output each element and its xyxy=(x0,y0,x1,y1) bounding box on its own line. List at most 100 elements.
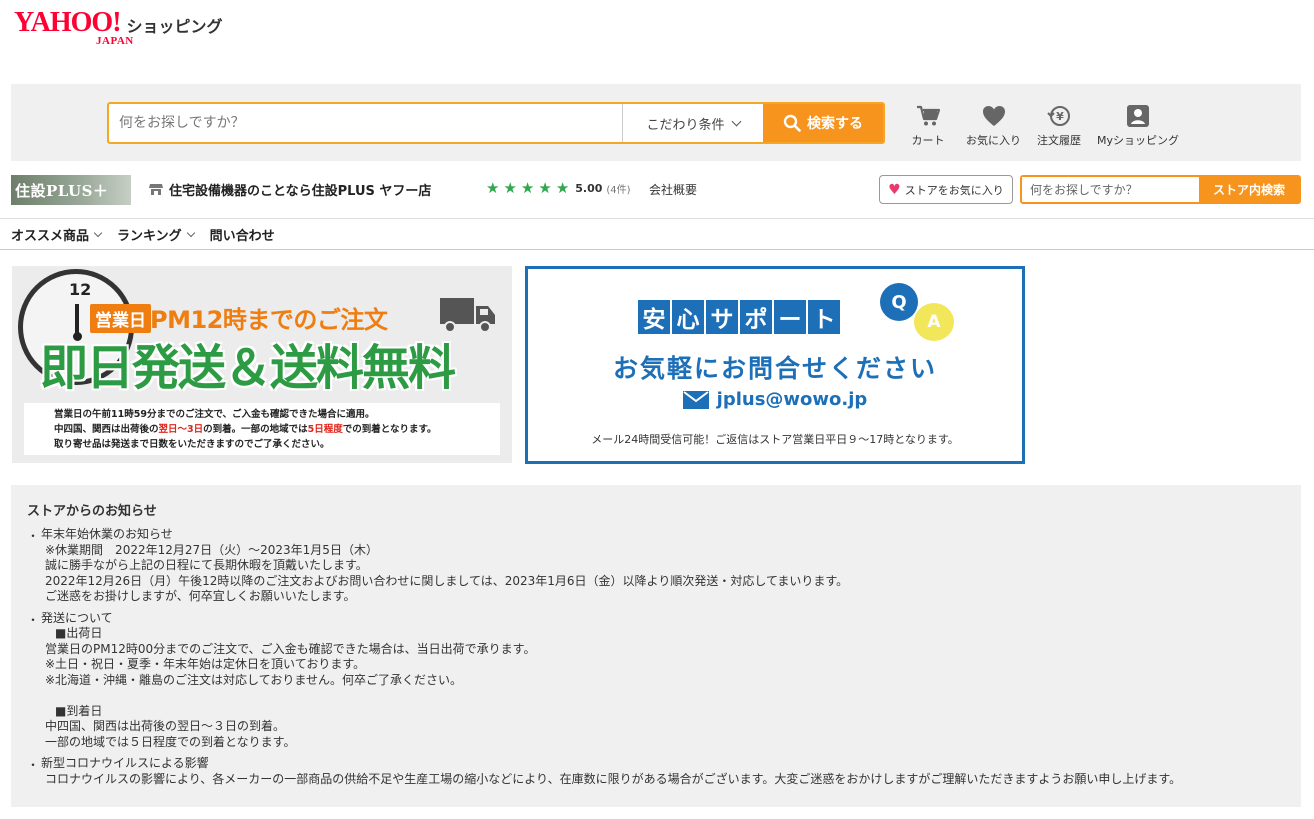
search-input[interactable] xyxy=(109,104,622,142)
notice-line: ※休業期間 2022年12月27日（火）～2023年1月5日（木） xyxy=(45,542,378,557)
store-name: 住宅設備機器のことなら住設PLUS ヤフー店 xyxy=(169,184,432,199)
support-title-char: ポ xyxy=(740,300,772,334)
support-title-char: 安 xyxy=(638,300,670,334)
store-favorite-button[interactable]: ♥ ストアをお気に入り xyxy=(879,175,1013,204)
notice-line: 営業日のPM12時00分までのご注文で、ご入金も確認できた場合は、当日出荷で承り… xyxy=(45,641,536,656)
my-shopping-link[interactable]: Myショッピング xyxy=(1097,104,1179,148)
search-button[interactable]: 検索する xyxy=(763,104,883,142)
company-info-link[interactable]: 会社概要 xyxy=(649,181,697,198)
notice-line: 年末年始休業のお知らせ xyxy=(41,527,173,541)
store-search-box: ストア内検索 xyxy=(1020,175,1301,204)
my-shopping-label: Myショッピング xyxy=(1097,134,1180,147)
svg-text:¥: ¥ xyxy=(1056,110,1064,123)
nav-item-label: オススメ商品 xyxy=(11,229,90,244)
chevron-down-icon xyxy=(186,228,195,237)
banner1-big-text: 即日発送＆送料無料 xyxy=(40,340,456,396)
notice-item: 発送について ■出荷日 営業日のPM12時00分までのご注文で、ご入金も確認でき… xyxy=(27,611,1301,751)
banner1-notes: 営業日の午前11時59分までのご注文で、ご入金も確認できた場合に適用。 中四国、… xyxy=(24,403,500,455)
notice-spacer xyxy=(41,688,1301,704)
answer-bubble-icon: A xyxy=(914,303,954,341)
user-icon xyxy=(1127,105,1149,127)
notice-line: コロナウイルスの影響により、各メーカーの一部商品の供給不足や生産工場の縮小などに… xyxy=(45,771,1182,786)
notice-item: 年末年始休業のお知らせ ※休業期間 2022年12月27日（火）～2023年1月… xyxy=(27,527,1301,605)
banner1-note3: 取り寄せ品は発送まで日数をいただきますのでご了承ください。 xyxy=(54,439,330,450)
favorites-link[interactable]: お気に入り xyxy=(966,104,1021,148)
star-icon: ★ xyxy=(538,179,552,197)
support-email[interactable]: jplus@wowo.jp xyxy=(528,389,1022,410)
star-icon: ★ xyxy=(555,179,570,197)
order-history-label: 注文履歴 xyxy=(1037,134,1081,147)
banner1-headline: PM12時までのご注文 xyxy=(150,306,388,334)
notice-line: 一部の地域では５日程度での到着となります。 xyxy=(45,734,296,749)
review-count: (4件) xyxy=(606,185,631,196)
cart-icon xyxy=(917,105,941,126)
truck-icon xyxy=(440,298,495,333)
chevron-down-icon xyxy=(731,116,741,126)
support-note: メール24時間受信可能！ご返信はストア営業日平日９～17時となります。 xyxy=(591,433,959,446)
support-banner[interactable]: 安 心 サ ポ ー ト A Q お気軽にお問合せください jplus@wowo.… xyxy=(525,266,1025,464)
note-text: 中四国、関西は出荷後の xyxy=(54,424,159,435)
store-search-button-label: ストア内検索 xyxy=(1212,183,1285,197)
cart-link[interactable]: カート xyxy=(906,104,950,148)
store-logo[interactable]: 住設PLUS＋ xyxy=(11,175,131,205)
store-bar: 住設PLUS＋ 住宅設備機器のことなら住設PLUS ヤフー店 ★ ★ ★ ★ ★… xyxy=(11,172,1301,208)
note-text: での到着となります。 xyxy=(342,424,437,435)
notice-line: 2022年12月26日（月）午後12時以降のご注文およびお問い合わせに関しまして… xyxy=(45,573,849,588)
chevron-down-icon xyxy=(93,228,103,237)
header-icons: カート お気に入り ¥ 注文履歴 Myショッピング xyxy=(906,104,1179,148)
conditions-dropdown[interactable]: こだわり条件 xyxy=(622,104,763,142)
store-nav: オススメ商品 ランキング 問い合わせ xyxy=(11,225,275,244)
store-rating[interactable]: ★ ★ ★ ★ ★ 5.00 (4件) xyxy=(486,179,631,197)
nav-item-ranking[interactable]: ランキング xyxy=(117,225,195,244)
store-search-button[interactable]: ストア内検索 xyxy=(1199,177,1299,202)
nav-item-label: ランキング xyxy=(117,229,182,244)
support-title: 安 心 サ ポ ー ト xyxy=(638,300,840,334)
favorites-label: お気に入り xyxy=(966,134,1021,147)
notice-item: 新型コロナウイルスによる影響 コロナウイルスの影響により、各メーカーの一部商品の… xyxy=(27,756,1301,787)
nav-item-contact[interactable]: 問い合わせ xyxy=(210,225,275,244)
store-name-link[interactable]: 住宅設備機器のことなら住設PLUS ヤフー店 xyxy=(149,180,431,199)
question-bubble-icon: Q xyxy=(880,283,918,321)
yahoo-shopping-logo[interactable]: YAHOO! JAPAN ショッピング xyxy=(14,7,223,48)
logo-japan-text: JAPAN xyxy=(96,35,134,47)
note-text: の到着。一部の地域では xyxy=(203,424,308,435)
business-day-badge: 営業日 xyxy=(90,304,151,333)
support-subtitle: お気軽にお問合せください xyxy=(612,354,937,383)
cart-label: カート xyxy=(911,134,945,147)
notice-line: ※北海道・沖縄・離島のご注文は対応しておりません。何卒ご了承ください。 xyxy=(45,672,462,687)
logo-shopping-text: ショッピング xyxy=(126,17,223,36)
banner1-note2: 中四国、関西は出荷後の翌日～3日の到着。一部の地域では5日程度での到着となります… xyxy=(54,422,500,437)
logo-yahoo-text: YAHOO! xyxy=(14,7,122,38)
heart-icon: ♥ xyxy=(888,181,901,198)
star-icon: ★ xyxy=(520,179,535,197)
mail-icon xyxy=(682,390,709,409)
nav-item-recommended[interactable]: オススメ商品 xyxy=(11,225,103,244)
note-highlight: 5日程度 xyxy=(307,424,343,435)
support-email-address: jplus@wowo.jp xyxy=(716,389,868,410)
divider xyxy=(0,249,1314,250)
notice-line: 発送について xyxy=(41,610,113,625)
store-notice: ストアからのお知らせ 年末年始休業のお知らせ ※休業期間 2022年12月27日… xyxy=(11,485,1301,807)
divider xyxy=(0,218,1314,219)
search-button-label: 検索する xyxy=(807,115,863,131)
search-box: こだわり条件 検索する xyxy=(107,102,885,144)
clock-12-label: 12 xyxy=(69,280,92,299)
same-day-shipping-banner[interactable]: 12 営業日 PM12時までのご注文 即日発送＆送料無料 営業日の午前11時59… xyxy=(12,266,512,463)
nav-item-label: 問い合わせ xyxy=(209,229,275,244)
notice-line: ■出荷日 xyxy=(55,626,103,640)
order-history-link[interactable]: ¥ 注文履歴 xyxy=(1037,104,1081,148)
notice-line: ■到着日 xyxy=(55,703,103,718)
star-icon: ★ xyxy=(503,179,517,197)
notice-line: ご迷惑をお掛けしますが、何卒宜しくお願いいたします。 xyxy=(45,589,356,603)
store-logo-text: 住設PLUS＋ xyxy=(15,181,109,200)
notice-line: ※土日・祝日・夏季・年末年始は定休日を頂いております。 xyxy=(45,657,366,671)
rating-value: 5.00 xyxy=(575,182,603,195)
store-icon xyxy=(149,184,163,195)
notice-list: 年末年始休業のお知らせ ※休業期間 2022年12月27日（火）～2023年1月… xyxy=(27,527,1301,787)
support-title-char: ー xyxy=(774,300,806,334)
support-title-char: ト xyxy=(808,300,840,334)
order-history-icon: ¥ xyxy=(1047,106,1070,126)
conditions-label: こだわり条件 xyxy=(646,117,725,133)
banner1-note1: 営業日の午前11時59分までのご注文で、ご入金も確認できた場合に適用。 xyxy=(54,409,375,420)
store-search-input[interactable] xyxy=(1022,177,1199,202)
